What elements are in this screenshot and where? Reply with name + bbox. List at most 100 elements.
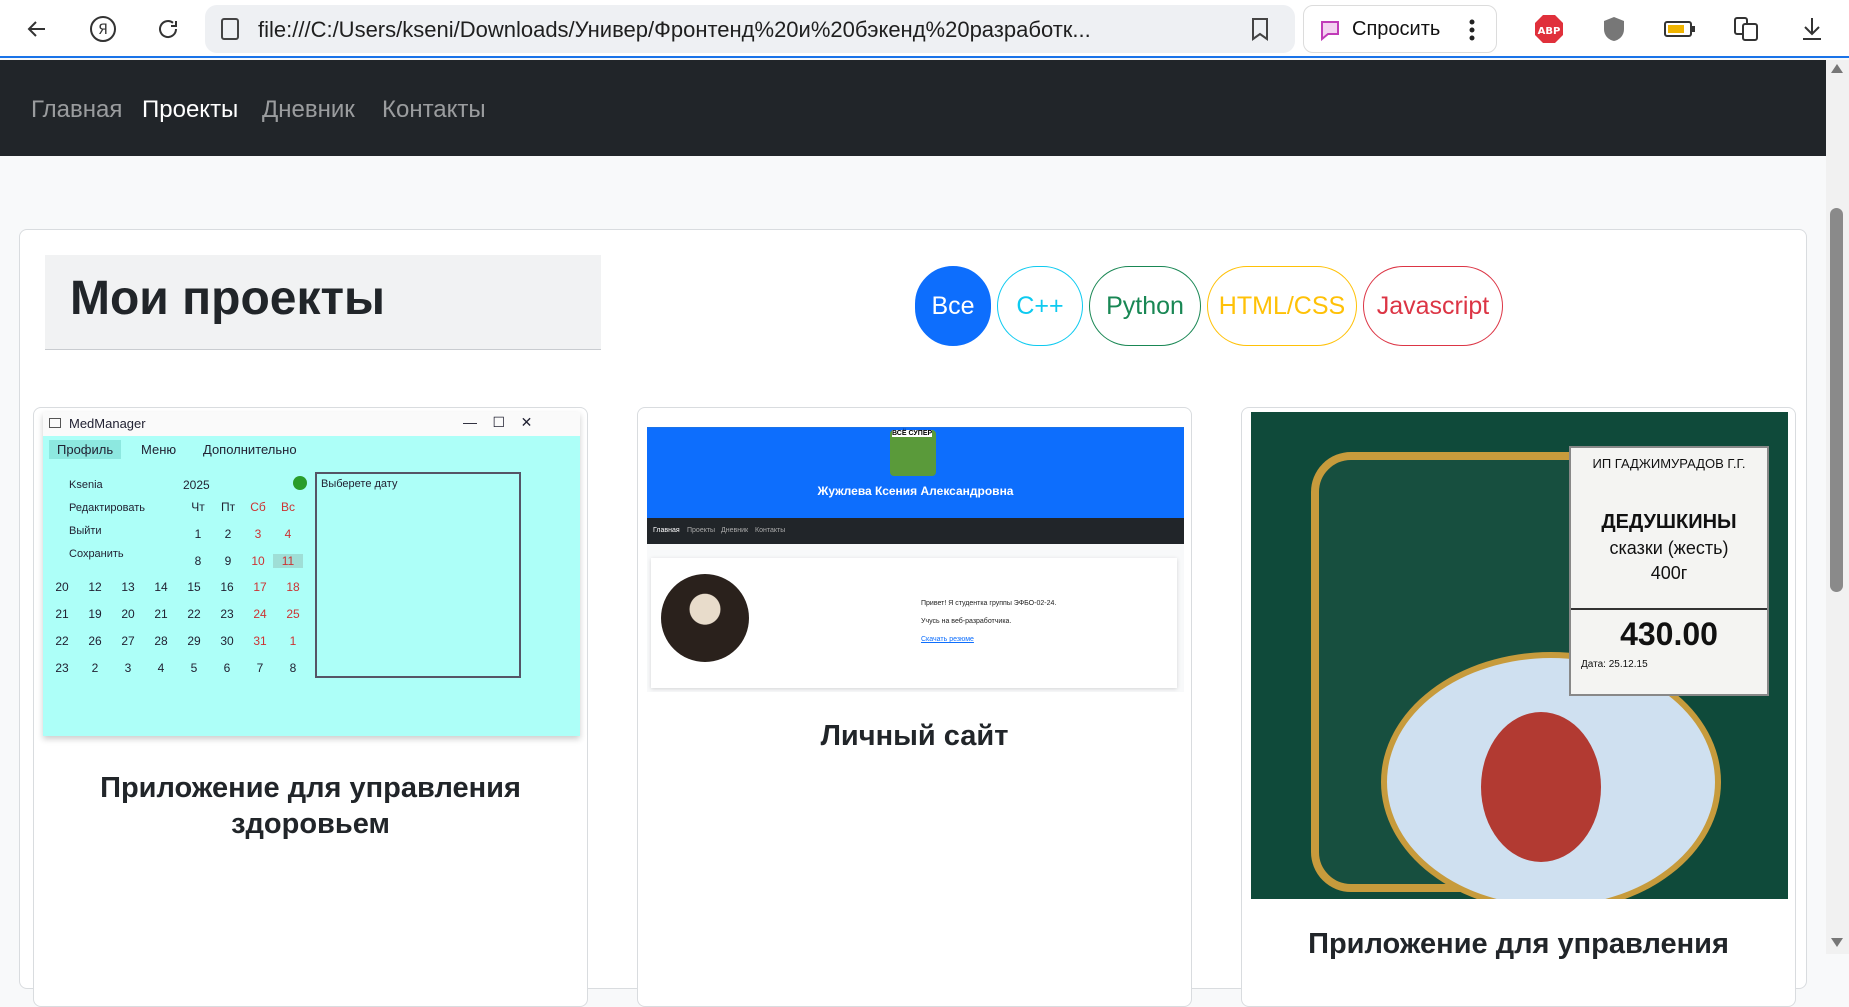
day-cell: 27 [121, 634, 135, 648]
bookmark-icon[interactable] [1250, 17, 1270, 45]
nav-link-contacts[interactable]: Контакты [382, 96, 486, 124]
day-cell: 9 [224, 554, 232, 568]
adblock-icon[interactable]: ABP [1529, 9, 1569, 49]
window-title: MedManager [69, 416, 146, 431]
year-label: 2025 [183, 478, 210, 492]
day-cell: 7 [256, 661, 264, 675]
project-card[interactable]: MedManager — ☐ ✕ Профиль Меню Дополнител… [33, 407, 588, 1007]
more-icon[interactable] [1469, 18, 1475, 42]
filter-cpp-button[interactable]: C++ [997, 266, 1083, 346]
action-edit: Редактировать [69, 502, 145, 514]
day-cell: 17 [253, 580, 267, 594]
ask-label: Спросить [1352, 18, 1441, 40]
day-cell: 16 [220, 580, 234, 594]
project-card[interactable]: ИП ГАДЖИМУРАДОВ Г.Г. ДЕДУШКИНЫ сказки (ж… [1241, 407, 1796, 1007]
weekday-fri: Пт [220, 500, 236, 514]
mini-browser-bar [647, 412, 1184, 428]
download-icon[interactable] [1792, 9, 1832, 49]
filter-html-css-button[interactable]: HTML/CSS [1207, 266, 1357, 346]
mini-name: Жужлева Ксения Александровна [817, 484, 1014, 498]
weekday-row: Чт Пт Сб Вс [183, 500, 303, 520]
reload-icon[interactable] [148, 9, 188, 49]
title-box: Мои проекты [45, 255, 601, 350]
weekday-sat: Сб [250, 500, 266, 514]
day-cell: 8 [194, 554, 202, 568]
filter-python-button[interactable]: Python [1089, 266, 1201, 346]
day-cell: 23 [55, 661, 69, 675]
action-user: Ksenia [69, 479, 103, 491]
day-cell: 20 [55, 580, 69, 594]
mini-nav: Главная Проекты Дневник Контакты [647, 518, 1184, 544]
project-card[interactable]: ВСЁ СУПЕР Жужлева Ксения Александровна Г… [637, 407, 1192, 1007]
mini-greeting: Привет! Я студентка группы ЭФБО-02-24. [921, 600, 1057, 607]
nav-link-diary[interactable]: Дневник [262, 96, 355, 124]
calendar-row: 8 9 10 11 [183, 554, 303, 574]
address-bar[interactable]: file:///C:/Users/kseni/Downloads/Универ/… [205, 5, 1295, 53]
battery-icon[interactable] [1660, 9, 1700, 49]
day-cell: 21 [55, 607, 69, 621]
mini-nav-item: Главная [653, 527, 680, 534]
yandex-icon[interactable]: Я [83, 9, 123, 49]
day-cell: 6 [223, 661, 231, 675]
mini-nav-item: Дневник [721, 527, 749, 534]
day-cell: 15 [187, 580, 201, 594]
card-title: Приложение для управления [1308, 928, 1729, 960]
shield-icon[interactable] [1594, 9, 1634, 49]
card-title: Приложение для управления здоровьем [100, 772, 521, 840]
nav-link-home[interactable]: Главная [31, 96, 122, 124]
day-cell: 21 [154, 607, 168, 621]
day-cell: 20 [121, 607, 135, 621]
day-cell: 30 [220, 634, 234, 648]
mini-intro-card: Привет! Я студентка группы ЭФБО-02-24. У… [651, 558, 1177, 688]
svg-text:Я: Я [98, 22, 108, 38]
day-cell: 22 [187, 607, 201, 621]
weekday-sun: Вс [280, 500, 295, 514]
mini-nav-item: Проекты [687, 527, 716, 534]
filter-all-button[interactable]: Все [915, 266, 991, 346]
ask-button[interactable]: Спросить [1303, 5, 1497, 53]
resume-link: Скачать резюме [921, 636, 974, 643]
day-cell: 14 [154, 580, 168, 594]
scrollbar[interactable] [1826, 60, 1849, 954]
date-textarea: Выберете дату [315, 472, 521, 678]
filter-javascript-button[interactable]: Javascript [1363, 266, 1503, 346]
next-icon [293, 476, 307, 490]
scrollbar-thumb[interactable] [1830, 208, 1843, 592]
day-cell: 19 [88, 607, 102, 621]
scroll-up-icon[interactable] [1831, 64, 1843, 73]
avatar-badge: ВСЁ СУПЕР [892, 430, 933, 437]
day-cell: 4 [157, 661, 165, 675]
calendar-grid: 20 12 13 14 15 16 17 18 21 19 20 21 22 23 24 25 22 26 27 28… [47, 580, 309, 690]
price-date: Дата: 25.12.15 [1581, 659, 1648, 670]
back-icon[interactable] [17, 9, 57, 49]
day-cell: 28 [154, 634, 168, 648]
menu-menu: Меню [141, 442, 177, 457]
day-cell: 11 [273, 554, 303, 568]
day-cell: 26 [88, 634, 102, 648]
page-title: Мои проекты [70, 272, 385, 325]
day-cell: 13 [121, 580, 135, 594]
collections-icon[interactable] [1726, 9, 1766, 49]
product-desc: сказки (жесть) [1609, 538, 1729, 558]
product-name: ДЕДУШКИНЫ [1601, 511, 1737, 533]
day-cell: 31 [253, 634, 267, 648]
date-placeholder: Выберете дату [321, 478, 398, 490]
day-cell: 5 [190, 661, 198, 675]
day-cell: 3 [254, 527, 262, 541]
action-list: Ksenia Редактировать Выйти Сохранить [49, 474, 145, 566]
mini-nav-item: Контакты [755, 527, 786, 534]
day-cell: 2 [224, 527, 232, 541]
project-screenshot: MedManager — ☐ ✕ Профиль Меню Дополнител… [43, 412, 580, 736]
day-cell: 1 [194, 527, 202, 541]
card-title: Личный сайт [820, 720, 1009, 752]
scroll-down-icon[interactable] [1831, 938, 1843, 947]
santa-figure [1481, 712, 1601, 862]
day-cell: 1 [289, 634, 297, 648]
url-text[interactable]: file:///C:/Users/kseni/Downloads/Универ/… [258, 17, 1218, 43]
day-cell: 23 [220, 607, 234, 621]
day-cell: 18 [286, 580, 300, 594]
calendar-row: 1 2 3 4 [183, 527, 303, 547]
nav-link-projects[interactable]: Проекты [142, 96, 238, 124]
window-titlebar: MedManager — ☐ ✕ [43, 412, 580, 436]
svg-text:ABP: ABP [1538, 26, 1561, 37]
